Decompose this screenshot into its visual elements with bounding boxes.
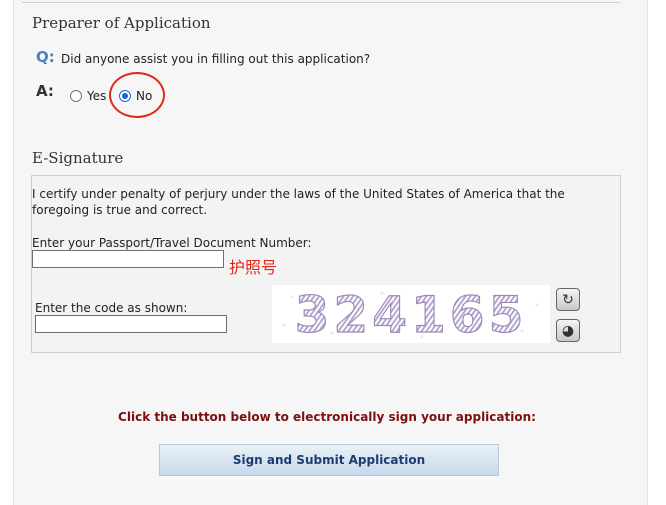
assist-question: Did anyone assist you in filling out thi… bbox=[61, 52, 371, 66]
answer-marker: A: bbox=[36, 82, 54, 100]
radio-yes[interactable] bbox=[70, 90, 82, 102]
audio-captcha-icon[interactable]: ◕ bbox=[556, 319, 580, 342]
preparer-heading: Preparer of Application bbox=[32, 14, 211, 32]
passport-number-input[interactable] bbox=[32, 250, 224, 268]
refresh-captcha-icon[interactable]: ↻ bbox=[556, 288, 580, 311]
certify-text-line2: foregoing is true and correct. bbox=[32, 203, 208, 217]
sign-and-submit-button[interactable]: Sign and Submit Application bbox=[159, 444, 499, 476]
esignature-heading: E-Signature bbox=[32, 149, 124, 167]
passport-label: Enter your Passport/Travel Document Numb… bbox=[32, 236, 312, 250]
captcha-code-input[interactable] bbox=[35, 315, 227, 333]
question-marker: Q: bbox=[36, 48, 55, 66]
code-label: Enter the code as shown: bbox=[35, 301, 188, 315]
captcha-text: 324165 bbox=[295, 286, 528, 343]
annotation-circle bbox=[109, 72, 165, 118]
captcha-image: 324165 bbox=[272, 285, 550, 345]
certify-text-line1: I certify under penalty of perjury under… bbox=[32, 187, 565, 201]
passport-annotation-note: 护照号 bbox=[229, 258, 278, 277]
radio-yes-label[interactable]: Yes bbox=[87, 89, 106, 103]
top-divider bbox=[22, 2, 620, 3]
sign-instruction: Click the button below to electronically… bbox=[118, 410, 536, 424]
captcha-noise: 324165 bbox=[272, 285, 550, 345]
